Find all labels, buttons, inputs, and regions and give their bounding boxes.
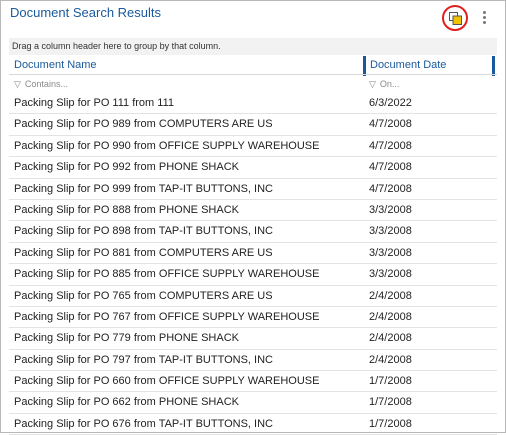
table-row[interactable]: Packing Slip for PO 898 from TAP-IT BUTT… <box>9 221 497 243</box>
cell-document-date: 3/3/2008 <box>369 203 412 216</box>
table-row[interactable]: Packing Slip for PO 797 from TAP-IT BUTT… <box>9 350 497 372</box>
cell-document-name: Packing Slip for PO 662 from PHONE SHACK <box>14 396 239 409</box>
cell-document-name: Packing Slip for PO 992 from PHONE SHACK <box>14 161 239 174</box>
cell-document-name: Packing Slip for PO 660 from OFFICE SUPP… <box>14 375 320 388</box>
cell-document-date: 2/4/2008 <box>369 332 412 345</box>
cell-document-date: 6/3/2022 <box>369 97 412 109</box>
cell-document-name: Packing Slip for PO 881 from COMPUTERS A… <box>14 246 273 259</box>
cell-document-date: 1/7/2008 <box>369 396 412 409</box>
table-row[interactable]: Packing Slip for PO 767 from OFFICE SUPP… <box>9 307 497 329</box>
cell-document-date: 1/7/2008 <box>369 375 412 388</box>
cell-document-date: 2/4/2008 <box>369 353 412 366</box>
cell-document-name: Packing Slip for PO 999 from TAP-IT BUTT… <box>14 182 273 195</box>
filter-document-date[interactable]: ▽ On... <box>369 77 489 91</box>
cell-document-name: Packing Slip for PO 779 from PHONE SHACK <box>14 332 239 345</box>
popout-window-icon <box>449 12 462 25</box>
cell-document-name: Packing Slip for PO 885 from OFFICE SUPP… <box>14 268 320 281</box>
cell-document-date: 4/7/2008 <box>369 182 412 195</box>
cell-document-date: 4/7/2008 <box>369 139 412 152</box>
table-row[interactable]: Packing Slip for PO 660 from OFFICE SUPP… <box>9 371 497 393</box>
panel-title: Document Search Results <box>10 5 162 20</box>
popout-button[interactable] <box>442 5 468 31</box>
funnel-icon: ▽ <box>14 79 21 89</box>
table-row[interactable]: Packing Slip for PO 990 from OFFICE SUPP… <box>9 136 497 158</box>
cell-document-date: 2/4/2008 <box>369 310 412 323</box>
cell-document-date: 4/7/2008 <box>369 161 412 174</box>
cell-document-name: Packing Slip for PO 989 from COMPUTERS A… <box>14 118 273 131</box>
funnel-icon: ▽ <box>369 79 376 89</box>
table-row[interactable]: Packing Slip for PO 676 from TAP-IT BUTT… <box>9 414 497 435</box>
table-row[interactable]: Packing Slip for PO 662 from PHONE SHACK… <box>9 392 497 414</box>
cell-document-name: Packing Slip for PO 765 from COMPUTERS A… <box>14 289 273 302</box>
more-vertical-icon[interactable] <box>477 9 491 29</box>
cell-document-name: Packing Slip for PO 797 from TAP-IT BUTT… <box>14 353 273 366</box>
cell-document-name: Packing Slip for PO 990 from OFFICE SUPP… <box>14 139 320 152</box>
table-row[interactable]: Packing Slip for PO 885 from OFFICE SUPP… <box>9 264 497 286</box>
table-row[interactable]: Packing Slip for PO 999 from TAP-IT BUTT… <box>9 179 497 200</box>
document-search-panel: Document Search Results Drag a column he… <box>0 0 506 435</box>
column-header-document-date[interactable]: Document Date <box>363 56 495 76</box>
filter-placeholder: On... <box>379 79 400 89</box>
filter-document-name[interactable]: ▽ Contains... <box>14 77 344 91</box>
cell-document-date: 3/3/2008 <box>369 225 412 238</box>
cell-document-date: 4/7/2008 <box>369 118 412 131</box>
cell-document-name: Packing Slip for PO 676 from TAP-IT BUTT… <box>14 417 273 430</box>
cell-document-name: Packing Slip for PO 111 from 111 <box>14 97 174 109</box>
results-list: Packing Slip for PO 111 from 111 6/3/2022… <box>9 93 497 435</box>
cell-document-name: Packing Slip for PO 898 from TAP-IT BUTT… <box>14 225 273 238</box>
table-row[interactable]: Packing Slip for PO 888 from PHONE SHACK… <box>9 200 497 222</box>
cell-document-date: 3/3/2008 <box>369 246 412 259</box>
table-row[interactable]: Packing Slip for PO 111 from 111 6/3/2022 <box>9 93 497 115</box>
table-row[interactable]: Packing Slip for PO 992 from PHONE SHACK… <box>9 157 497 179</box>
table-row[interactable]: Packing Slip for PO 779 from PHONE SHACK… <box>9 328 497 350</box>
cell-document-date: 2/4/2008 <box>369 289 412 302</box>
table-row[interactable]: Packing Slip for PO 989 from COMPUTERS A… <box>9 114 497 136</box>
group-by-bar[interactable]: Drag a column header here to group by th… <box>9 38 497 55</box>
column-header-label: Document Date <box>370 59 447 71</box>
cell-document-name: Packing Slip for PO 767 from OFFICE SUPP… <box>14 310 320 323</box>
cell-document-date: 3/3/2008 <box>369 268 412 281</box>
cell-document-date: 1/7/2008 <box>369 417 412 430</box>
filter-placeholder: Contains... <box>24 79 68 89</box>
table-row[interactable]: Packing Slip for PO 881 from COMPUTERS A… <box>9 243 497 265</box>
cell-document-name: Packing Slip for PO 888 from PHONE SHACK <box>14 203 239 216</box>
column-header-document-name[interactable]: Document Name <box>14 56 359 76</box>
header-divider <box>9 74 497 75</box>
table-row[interactable]: Packing Slip for PO 765 from COMPUTERS A… <box>9 286 497 307</box>
